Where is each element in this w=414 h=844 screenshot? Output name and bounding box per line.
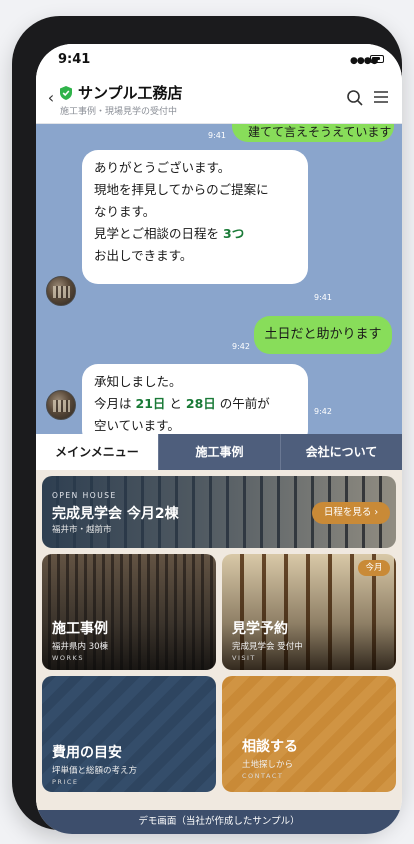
- price-sub: 坪単価と総額の考え方: [52, 766, 138, 776]
- visit-title: 見学予約: [232, 621, 288, 637]
- open-house-title: 完成見学会 今月2棟: [52, 506, 179, 522]
- search-icon[interactable]: [346, 89, 364, 107]
- rich-menu-tabs: メインメニュー 施工事例 会社について: [36, 434, 402, 470]
- status-bar: 9:41 ●●●●: [36, 44, 402, 76]
- battery-icon: [370, 55, 384, 63]
- message-line: 空いています。: [94, 418, 180, 433]
- highlight-date: 21日: [135, 396, 166, 411]
- contact-title: 相談する: [242, 739, 298, 755]
- visit-card[interactable]: 今月 見学予約 完成見学会 受付中 VISIT: [222, 554, 396, 670]
- message-line: 承知しました。: [94, 374, 182, 389]
- phone-frame: 9:41 ●●●● ‹ サンプル工務店 施工事例・現場見学の受付中 建てて言えそ…: [12, 16, 402, 834]
- highlight-count: 3つ: [223, 226, 245, 241]
- chevron-left-icon[interactable]: ‹: [44, 88, 58, 108]
- message-text: 見学とご相談の日程を: [94, 226, 220, 241]
- open-house-location: 福井市・越前市: [52, 525, 112, 535]
- works-sub: 福井県内 30棟: [52, 642, 109, 652]
- message-line: 今月は 21日 と 28日 の午前が: [94, 393, 296, 415]
- message-line: なります。: [94, 204, 156, 219]
- contact-card[interactable]: 相談する 土地探しから CONTACT: [222, 676, 396, 792]
- tab-main-menu[interactable]: メインメニュー: [36, 434, 158, 470]
- works-card[interactable]: 施工事例 福井県内 30棟 WORKS: [42, 554, 216, 670]
- message-time: 9:41: [208, 131, 226, 140]
- rich-menu: OPEN HOUSE 完成見学会 今月2棟 福井市・越前市 日程を見る › 施工…: [36, 470, 402, 810]
- message-text: 今月は: [94, 396, 132, 411]
- shop-message-bubble: ありがとうございます。 現地を拝見してからのご提案に なります。 見学とご相談の…: [82, 150, 308, 284]
- shop-message-bubble: 承知しました。 今月は 21日 と 28日 の午前が 空いています。: [82, 364, 308, 434]
- contact-en: CONTACT: [242, 772, 284, 780]
- hamburger-menu-icon[interactable]: [373, 90, 389, 104]
- tab-works[interactable]: 施工事例: [158, 434, 280, 470]
- demo-footer: デモ画面（当社が作成したサンプル）: [36, 810, 402, 834]
- contact-sub: 土地探しから: [242, 760, 294, 770]
- message-time: 9:42: [314, 407, 332, 416]
- shop-avatar: [46, 390, 76, 420]
- user-message-bubble: 土日だと助かります: [254, 316, 392, 354]
- works-en: WORKS: [52, 654, 84, 662]
- shop-subtitle: 施工事例・現場見学の受付中: [60, 107, 178, 117]
- open-house-card[interactable]: OPEN HOUSE 完成見学会 今月2棟 福井市・越前市 日程を見る ›: [42, 476, 396, 548]
- highlight-date: 28日: [185, 396, 216, 411]
- message-line: 見学とご相談の日程を 3つ: [94, 223, 296, 245]
- chat-area[interactable]: 建てて言えそうえています 9:41 ありがとうございます。 現地を拝見してからの…: [36, 124, 402, 434]
- price-card[interactable]: 費用の目安 坪単価と総額の考え方 PRICE: [42, 676, 216, 792]
- visit-en: VISIT: [232, 654, 256, 662]
- open-house-eyebrow: OPEN HOUSE: [52, 491, 117, 500]
- visit-sub: 完成見学会 受付中: [232, 642, 303, 652]
- status-time: 9:41: [58, 52, 91, 67]
- message-line: 現地を拝見してからのご提案に: [94, 182, 269, 197]
- tab-about-company[interactable]: 会社について: [280, 434, 402, 470]
- app-screen: 9:41 ●●●● ‹ サンプル工務店 施工事例・現場見学の受付中 建てて言えそ…: [36, 44, 402, 834]
- user-message-bubble: 建てて言えそうえています: [232, 124, 394, 142]
- view-schedule-button[interactable]: 日程を見る ›: [312, 502, 390, 524]
- shop-name: サンプル工務店: [78, 84, 183, 102]
- message-text: と: [169, 396, 182, 411]
- works-title: 施工事例: [52, 621, 108, 637]
- price-title: 費用の目安: [52, 745, 122, 761]
- message-line: お出しできます。: [94, 248, 193, 263]
- message-time: 9:41: [314, 293, 332, 302]
- price-en: PRICE: [52, 778, 79, 786]
- this-month-badge: 今月: [358, 560, 390, 576]
- shop-avatar: [46, 276, 76, 306]
- chat-header: ‹ サンプル工務店 施工事例・現場見学の受付中: [36, 76, 402, 124]
- message-time: 9:42: [232, 342, 250, 351]
- message-line: ありがとうございます。: [94, 160, 231, 175]
- message-text: の午前が: [219, 396, 270, 411]
- shield-check-icon: [60, 86, 72, 100]
